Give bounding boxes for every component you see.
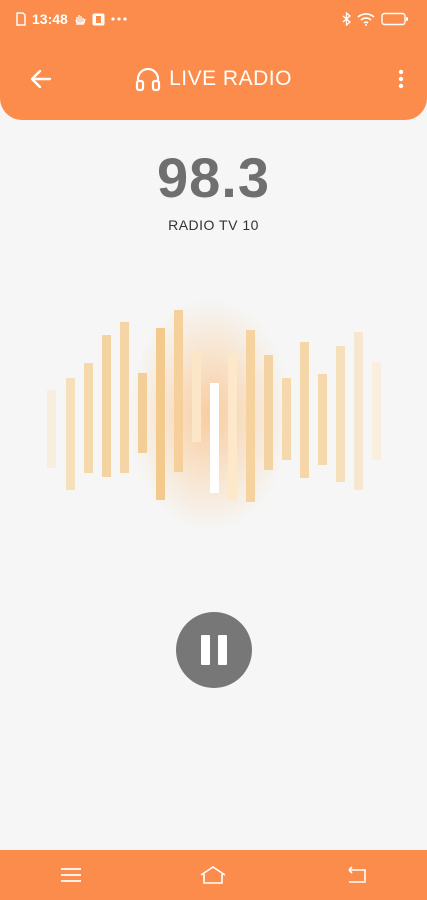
app-notification-icon (92, 13, 105, 26)
back-button[interactable] (26, 64, 56, 94)
frequency-display: 98.3 (157, 146, 270, 209)
visualizer-bar (156, 328, 165, 500)
home-icon (201, 866, 226, 884)
visualizer-bar (102, 335, 111, 477)
app-title-text: LIVE RADIO (169, 67, 292, 90)
wifi-icon (357, 12, 375, 26)
visualizer-bar (300, 342, 309, 478)
more-vertical-icon (398, 69, 404, 89)
pause-icon (218, 635, 227, 665)
nav-menu-button[interactable] (51, 855, 91, 895)
headphones-icon (135, 67, 161, 92)
sim-card-icon (16, 12, 26, 26)
status-right (342, 12, 409, 26)
arrow-left-icon (30, 69, 52, 89)
app-title: LIVE RADIO (135, 66, 292, 92)
status-left: 13:48 (16, 11, 127, 27)
visualizer-bar (138, 373, 147, 453)
station-name: RADIO TV 10 (168, 217, 259, 233)
visualizer-bar (336, 346, 345, 482)
battery-icon (381, 12, 409, 26)
visualizer-bar (192, 352, 201, 442)
visualizer-bar (66, 378, 75, 490)
nav-back-button[interactable] (336, 855, 376, 895)
visualizer-bar (84, 363, 93, 473)
more-notifications-icon (111, 17, 127, 21)
visualizer-bar (228, 354, 237, 500)
visualizer-bar (120, 322, 129, 473)
visualizer-bar (318, 374, 327, 465)
visualizer-bar (174, 310, 183, 472)
more-options-button[interactable] (389, 64, 413, 94)
app-bar: LIVE RADIO (0, 38, 427, 120)
pause-icon (201, 635, 210, 665)
bluetooth-icon (342, 12, 351, 26)
back-icon (348, 866, 366, 883)
pause-button[interactable] (176, 612, 252, 688)
menu-icon (61, 868, 82, 882)
visualizer-bar (372, 362, 381, 460)
visualizer-bar (47, 390, 56, 468)
visualizer-bar (282, 378, 291, 460)
visualizer-bar (210, 383, 219, 493)
hand-icon (74, 12, 86, 26)
nav-home-button[interactable] (193, 855, 233, 895)
audio-visualizer (0, 290, 427, 550)
status-time: 13:48 (32, 11, 68, 27)
visualizer-bar (264, 355, 273, 470)
visualizer-bar (354, 332, 363, 490)
status-bar: 13:48 (0, 0, 427, 38)
visualizer-bar (246, 330, 255, 502)
system-nav-bar (0, 850, 427, 900)
